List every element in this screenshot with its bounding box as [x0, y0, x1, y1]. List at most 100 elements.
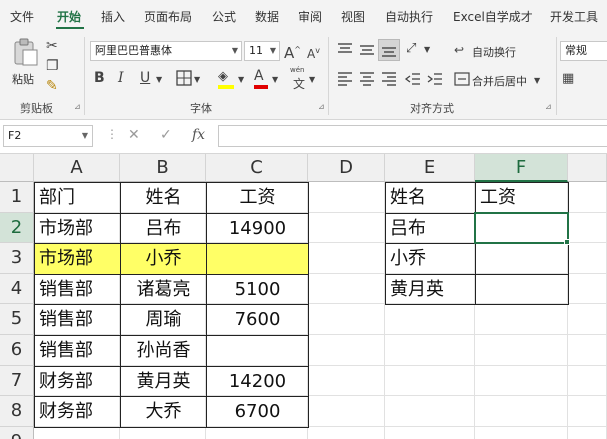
table-cell[interactable]: 孙尚香 [120, 335, 207, 367]
tab-insert[interactable]: 插入 [101, 8, 125, 25]
worksheet-grid[interactable]: ABCDEF 123456789 部门姓名工资市场部吕布14900市场部小乔销售… [0, 154, 607, 439]
decrease-indent-icon[interactable] [404, 71, 422, 87]
grid-cell[interactable] [308, 243, 385, 274]
grid-cell[interactable] [475, 335, 568, 366]
fill-color-button[interactable]: ◈ [216, 68, 236, 90]
table-cell[interactable]: 诸葛亮 [120, 273, 207, 306]
tab-review[interactable]: 审阅 [298, 8, 322, 25]
lookup-header-cell[interactable]: 工资 [475, 182, 569, 214]
table-cell[interactable] [206, 335, 309, 367]
grid-cell[interactable] [568, 212, 607, 244]
align-top-icon[interactable] [336, 42, 354, 58]
table-cell[interactable]: 小乔 [120, 243, 207, 275]
grid-cell[interactable] [568, 426, 607, 439]
grid-cell[interactable] [308, 335, 385, 366]
grid-cell[interactable] [120, 426, 206, 439]
font-name-combo[interactable]: 阿里巴巴普惠体 ▼ [90, 41, 242, 61]
font-launcher-icon[interactable]: ⊿ [318, 102, 325, 111]
grid-cell[interactable] [308, 273, 385, 305]
column-header-f[interactable]: F [475, 154, 568, 182]
grid-cell[interactable] [308, 426, 385, 439]
table-cell[interactable] [206, 243, 309, 275]
grid-cell[interactable] [308, 182, 385, 213]
align-left-icon[interactable] [336, 71, 354, 87]
confirm-icon[interactable]: ✓ [160, 127, 172, 143]
tab-formulas[interactable]: 公式 [212, 8, 236, 25]
table-cell[interactable]: 14200 [206, 365, 309, 398]
grid-cell[interactable] [475, 426, 568, 439]
table-cell[interactable]: 5100 [206, 273, 309, 306]
grid-cell[interactable] [568, 182, 607, 213]
increase-indent-icon[interactable] [426, 71, 444, 87]
table-cell[interactable]: 财务部 [34, 365, 121, 398]
copy-icon[interactable]: ❐ [46, 57, 59, 75]
clipboard-launcher-icon[interactable]: ⊿ [74, 102, 81, 111]
column-header-b[interactable]: B [120, 154, 206, 182]
formula-input[interactable] [218, 125, 607, 147]
column-header-a[interactable]: A [34, 154, 120, 182]
grid-cell[interactable] [475, 396, 568, 427]
grid-cell[interactable] [475, 365, 568, 397]
row-header-6[interactable]: 6 [0, 335, 34, 366]
chevron-down-icon[interactable]: ▼ [194, 71, 200, 89]
accounting-format-icon[interactable]: ▦ [562, 70, 574, 88]
font-color-button[interactable]: A [252, 68, 270, 90]
row-header-7[interactable]: 7 [0, 365, 34, 397]
row-header-2[interactable]: 2 [0, 212, 34, 244]
chevron-down-icon[interactable]: ▼ [534, 72, 540, 90]
grid-cell[interactable] [385, 365, 475, 397]
row-header-1[interactable]: 1 [0, 182, 34, 213]
lookup-cell[interactable] [475, 273, 569, 306]
grid-cell[interactable] [385, 304, 475, 335]
borders-icon[interactable] [176, 70, 192, 86]
bold-button[interactable]: B [94, 69, 105, 87]
lookup-cell[interactable]: 吕布 [385, 212, 476, 245]
merge-center-button[interactable]: 合并后居中 [454, 70, 546, 90]
table-cell[interactable]: 14900 [206, 212, 309, 245]
format-painter-icon[interactable]: ✎ [46, 77, 58, 95]
grid-cell[interactable] [568, 243, 607, 274]
tab-view[interactable]: 视图 [341, 8, 365, 25]
align-bottom-button[interactable] [378, 39, 400, 61]
chevron-down-icon[interactable]: ▼ [238, 71, 244, 89]
table-cell[interactable]: 市场部 [34, 212, 121, 245]
row-header-4[interactable]: 4 [0, 273, 34, 305]
cancel-icon[interactable]: ✕ [128, 127, 140, 143]
table-cell[interactable]: 黄月英 [120, 365, 207, 398]
table-header-cell[interactable]: 工资 [206, 182, 309, 214]
lookup-cell[interactable]: 黄月英 [385, 273, 476, 306]
shrink-font-button[interactable]: Av [307, 42, 320, 63]
tab-file[interactable]: 文件 [10, 8, 34, 25]
column-header-c[interactable]: C [206, 154, 308, 182]
align-right-icon[interactable] [380, 71, 398, 87]
table-cell[interactable]: 销售部 [34, 273, 121, 306]
tab-automate[interactable]: 自动执行 [385, 8, 433, 25]
italic-button[interactable]: I [118, 69, 124, 87]
grid-cell[interactable] [385, 426, 475, 439]
table-cell[interactable]: 市场部 [34, 243, 121, 275]
chevron-down-icon[interactable]: ▼ [424, 41, 430, 59]
name-box[interactable]: F2 ▼ [3, 125, 93, 147]
table-cell[interactable]: 销售部 [34, 304, 121, 336]
tab-developer[interactable]: 开发工具 [550, 8, 598, 25]
tab-data[interactable]: 数据 [255, 8, 279, 25]
font-size-combo[interactable]: 11 ▼ [244, 41, 280, 61]
align-center-icon[interactable] [358, 71, 376, 87]
grid-cell[interactable] [568, 273, 607, 305]
grid-cell[interactable] [308, 396, 385, 427]
table-cell[interactable]: 大乔 [120, 396, 207, 428]
orientation-icon[interactable]: ⤢ [406, 40, 416, 58]
alignment-launcher-icon[interactable]: ⊿ [545, 102, 552, 111]
table-cell[interactable]: 销售部 [34, 335, 121, 367]
row-header-8[interactable]: 8 [0, 396, 34, 427]
grid-cell[interactable] [206, 426, 308, 439]
tab-page-layout[interactable]: 页面布局 [144, 8, 192, 25]
row-header-5[interactable]: 5 [0, 304, 34, 335]
grid-cell[interactable] [308, 365, 385, 397]
table-header-cell[interactable]: 部门 [34, 182, 121, 214]
cut-icon[interactable]: ✂ [46, 37, 58, 55]
grid-cell[interactable] [385, 335, 475, 366]
number-format-combo[interactable]: 常规 [560, 41, 607, 61]
chevron-down-icon[interactable]: ▼ [272, 71, 278, 89]
row-header-9[interactable]: 9 [0, 426, 34, 439]
